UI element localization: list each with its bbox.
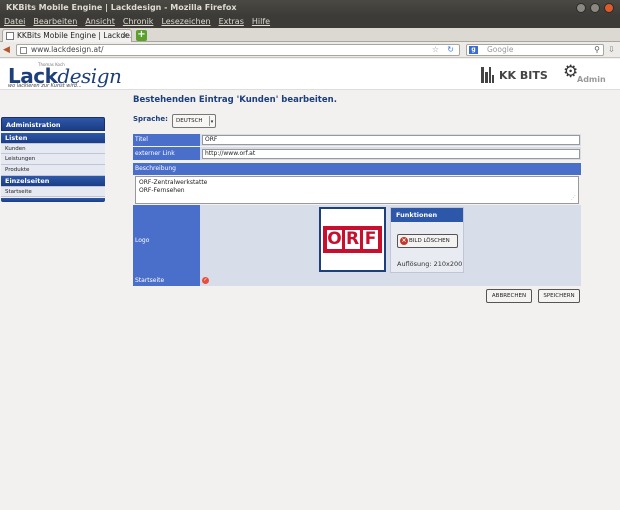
sidebar-section-listen: Listen <box>1 133 105 143</box>
save-button[interactable]: SPEICHERN <box>538 289 580 303</box>
edit-form: Bestehenden Eintrag 'Kunden' bearbeiten.… <box>133 95 583 303</box>
bookmark-star-icon[interactable]: ☆ <box>432 45 439 55</box>
startseite-label: Startseite <box>133 275 200 286</box>
chevron-down-icon: ▾ <box>209 116 214 126</box>
gear-icon: ⚙ <box>563 62 579 82</box>
titel-label: Titel <box>133 134 200 146</box>
kkbits-label: KK BITS <box>499 68 548 82</box>
search-placeholder: Google <box>487 45 514 54</box>
tab-label: KKBits Mobile Engine | Lackde... <box>17 31 132 40</box>
url-bar[interactable]: www.lackdesign.at/ ☆ ↻ <box>16 44 460 56</box>
site-header: Thomas Koch Lackdesign wo lackieren zur … <box>0 59 620 90</box>
menu-bearbeiten[interactable]: Bearbeiten <box>33 16 77 28</box>
tab-strip: KKBits Mobile Engine | Lackde... × + <box>0 28 620 42</box>
menu-extras[interactable]: Extras <box>219 16 244 28</box>
startseite-row: Startseite ✓ <box>133 275 581 286</box>
page-icon <box>6 32 14 40</box>
language-select[interactable]: DEUTSCH ▾ <box>172 114 216 128</box>
search-bar[interactable]: g Google ⚲ <box>466 44 604 56</box>
logo-label: Logo <box>133 205 200 276</box>
sidebar-item-leistungen[interactable]: Leistungen <box>1 154 105 165</box>
menu-datei[interactable]: Datei <box>4 16 25 28</box>
window-controls <box>576 3 614 13</box>
functions-panel: Funktionen × BILD LÖSCHEN Auflösung: 210… <box>390 207 464 273</box>
description-textarea[interactable]: ORF-Zentralwerkstatte ORF-Fernsehen ⋰ <box>135 176 579 204</box>
menu-lesezeichen[interactable]: Lesezeichen <box>161 16 210 28</box>
window-title: KKBits Mobile Engine | Lackdesign - Mozi… <box>6 3 237 12</box>
reload-icon[interactable]: ↻ <box>447 45 454 55</box>
link-input[interactable]: http://www.orf.at <box>202 149 580 159</box>
titel-row: Titel ORF <box>133 134 581 146</box>
description-label: Beschreibung <box>133 163 581 175</box>
cancel-button[interactable]: ABBRECHEN <box>486 289 532 303</box>
kkbits-brand: KK BITS <box>481 67 548 83</box>
description-line-2: ORF-Fernsehen <box>139 187 185 194</box>
new-tab-button[interactable]: + <box>136 30 147 41</box>
browser-tab[interactable]: KKBits Mobile Engine | Lackde... × <box>2 29 132 42</box>
sidebar-section-einzelseiten: Einzelseiten <box>1 176 105 186</box>
startseite-checkbox[interactable]: ✓ <box>202 277 209 284</box>
sidebar-header: Administration <box>1 117 105 131</box>
url-text: www.lackdesign.at/ <box>31 45 104 54</box>
sidebar-item-kunden[interactable]: Kunden <box>1 143 105 154</box>
language-label: Sprache: <box>133 115 168 123</box>
titel-input[interactable]: ORF <box>202 135 580 145</box>
delete-icon: × <box>400 237 408 245</box>
admin-link[interactable]: ⚙ Admin <box>563 62 607 86</box>
functions-header: Funktionen <box>391 208 463 222</box>
menu-ansicht[interactable]: Ansicht <box>85 16 115 28</box>
orf-letter-f: F <box>363 229 378 249</box>
navigation-bar: ◀ www.lackdesign.at/ ☆ ↻ g Google ⚲ ⇩ <box>0 42 620 58</box>
page-title: Bestehenden Eintrag 'Kunden' bearbeiten. <box>133 95 337 105</box>
back-arrow-icon[interactable]: ◀ <box>3 45 10 55</box>
menu-bar: Datei Bearbeiten Ansicht Chronik Lesezei… <box>0 16 620 28</box>
image-resolution: Auflösung: 210x200 <box>397 260 463 268</box>
language-value: DEUTSCH <box>176 118 203 124</box>
menu-hilfe[interactable]: Hilfe <box>252 16 270 28</box>
delete-image-button[interactable]: × BILD LÖSCHEN <box>397 234 458 248</box>
link-row: externer Link http://www.orf.at <box>133 147 581 160</box>
close-window-button[interactable] <box>604 3 614 13</box>
logo-image-preview: O R F <box>319 207 386 272</box>
orf-letter-r: R <box>345 229 360 249</box>
search-icon[interactable]: ⚲ <box>594 45 600 55</box>
google-icon[interactable]: g <box>469 46 478 54</box>
page-content: Thomas Koch Lackdesign wo lackieren zur … <box>0 59 620 510</box>
sidebar-item-produkte[interactable]: Produkte <box>1 165 105 176</box>
window-titlebar: KKBits Mobile Engine | Lackdesign - Mozi… <box>0 0 620 16</box>
admin-label: Admin <box>577 75 606 84</box>
logo-row: Logo O R F Funktionen × BILD LÖSCHEN Auf… <box>133 205 581 276</box>
site-icon <box>20 47 27 54</box>
link-label: externer Link <box>133 147 200 160</box>
tab-close-icon[interactable]: × <box>121 30 128 42</box>
logo-tagline: wo lackieren zur Kunst wird... <box>8 83 82 89</box>
kkbits-icon <box>481 67 495 83</box>
description-line-1: ORF-Zentralwerkstatte <box>139 179 208 186</box>
delete-image-label: BILD LÖSCHEN <box>409 238 450 244</box>
orf-letter-o: O <box>327 229 342 249</box>
menu-chronik[interactable]: Chronik <box>123 16 154 28</box>
minimize-button[interactable] <box>576 3 586 13</box>
download-icon[interactable]: ⇩ <box>608 45 615 54</box>
orf-logo-image: O R F <box>323 226 382 253</box>
admin-sidebar: Administration Listen Kunden Leistungen … <box>1 117 105 202</box>
sidebar-item-startseite[interactable]: Startseite <box>1 186 105 197</box>
maximize-button[interactable] <box>590 3 600 13</box>
resize-grip-icon[interactable]: ⋰ <box>571 194 576 202</box>
sidebar-footer <box>1 198 105 202</box>
